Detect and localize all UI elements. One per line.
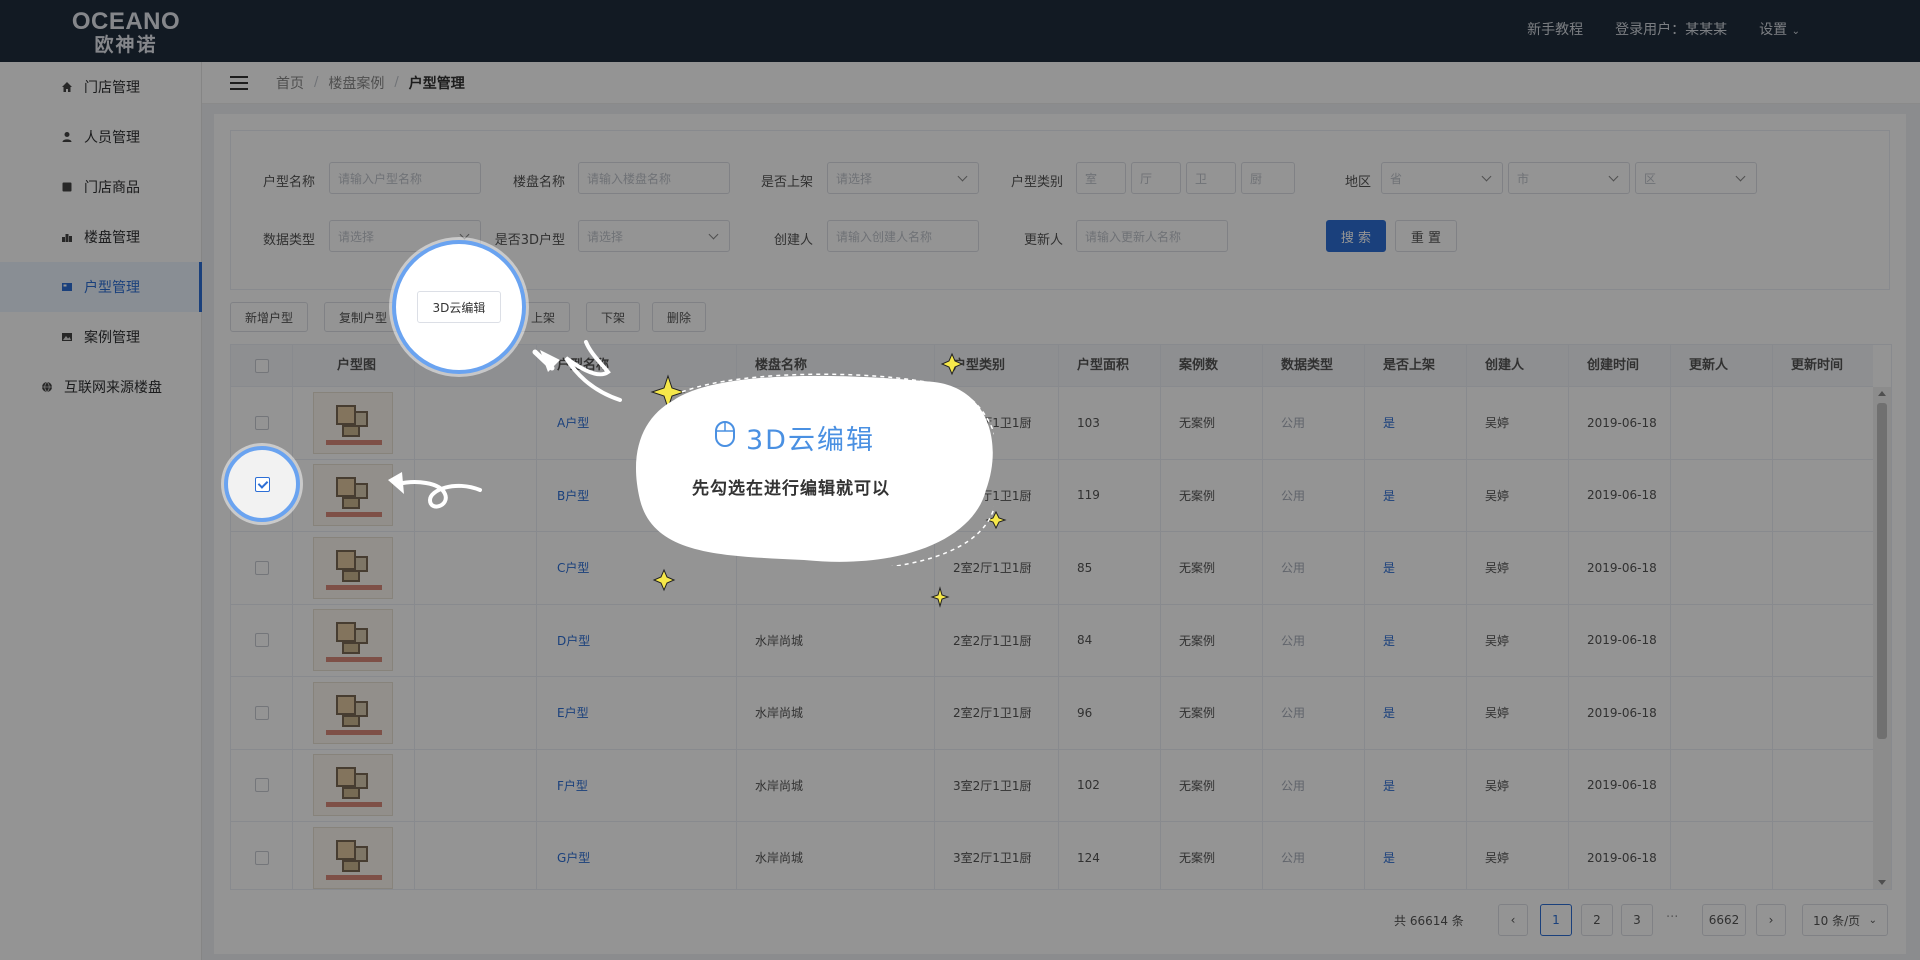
callout-title: 3D云编辑 xyxy=(714,418,875,457)
callout-title-text: 3D云编辑 xyxy=(746,425,875,456)
sparkle-icon xyxy=(652,568,676,592)
callout-subtitle: 先勾选在进行编辑就可以 xyxy=(692,479,890,499)
callout-bubble: 3D云编辑 先勾选在进行编辑就可以 xyxy=(634,370,994,566)
callout-bubble-shape xyxy=(635,373,994,566)
sparkle-icon xyxy=(930,586,950,608)
mouse-icon xyxy=(714,420,736,455)
